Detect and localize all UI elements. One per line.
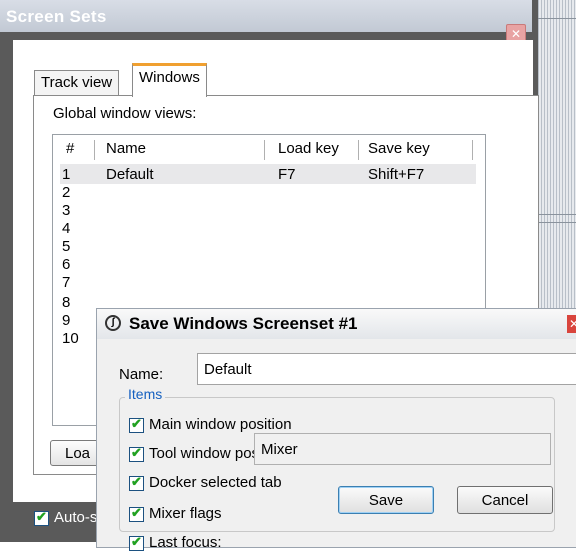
mixer-flags-checkbox[interactable]: ✔ [129,505,144,522]
row-number: 9 [62,312,71,329]
checkmark-icon: ✔ [131,474,142,489]
row-number: 10 [62,330,79,347]
docker-selected-tab-checkbox[interactable]: ✔ [129,474,144,491]
global-window-views-label: Global window views: [53,105,197,122]
row-save-key: Shift+F7 [368,166,425,183]
row-load-key: F7 [278,166,296,183]
column-header-number[interactable]: # [66,140,74,157]
dialog-titlebar: ʃ Save Windows Screenset #1 ✕ [96,308,576,340]
row-number: 8 [62,294,71,311]
column-header-save-key[interactable]: Save key [368,140,430,157]
checkmark-icon: ✔ [131,534,142,549]
column-separator [94,140,95,160]
checkbox-label: Main window position [149,416,292,433]
checkbox-label: Last focus: [149,534,222,551]
tab-track-view[interactable]: Track view [34,70,120,95]
last-focus-field[interactable] [254,433,551,465]
row-number: 7 [62,274,71,291]
column-separator [472,140,473,160]
save-button[interactable]: Save [338,486,434,514]
row-number: 4 [62,220,71,237]
row-number: 2 [62,184,71,201]
column-header-load-key[interactable]: Load key [278,140,339,157]
main-window-position-checkbox[interactable]: ✔ [129,416,144,433]
window-title: Screen Sets [6,7,107,26]
reaper-logo-icon: ʃ [105,315,121,331]
screen-sets-titlebar: Screen Sets [0,0,532,32]
column-separator [358,140,359,160]
dialog-close-icon[interactable]: ✕ [567,315,576,333]
column-header-name[interactable]: Name [106,140,146,157]
name-label: Name: [119,366,164,383]
checkmark-icon: ✔ [131,505,142,520]
row-number: 3 [62,202,71,219]
row-name: Default [106,166,154,183]
tool-window-positions-checkbox[interactable]: ✔ [129,445,144,462]
cancel-button[interactable]: Cancel [457,486,553,514]
name-input[interactable] [197,353,576,385]
checkbox-label: Docker selected tab [149,474,282,491]
row-number: 1 [62,166,71,183]
items-legend: Items [125,386,166,402]
last-focus-checkbox[interactable]: ✔ [129,534,144,551]
checkbox-label: Mixer flags [149,505,222,522]
dialog-title: Save Windows Screenset #1 [129,314,358,333]
autosave-checkbox[interactable]: ✔ [34,509,49,526]
checkmark-icon: ✔ [131,416,142,431]
autosave-label: Auto-s [54,509,98,526]
tab-windows[interactable]: Windows [132,63,207,97]
checkmark-icon: ✔ [36,509,47,524]
column-separator [264,140,265,160]
row-number: 5 [62,238,71,255]
row-number: 6 [62,256,71,273]
checkmark-icon: ✔ [131,445,142,460]
